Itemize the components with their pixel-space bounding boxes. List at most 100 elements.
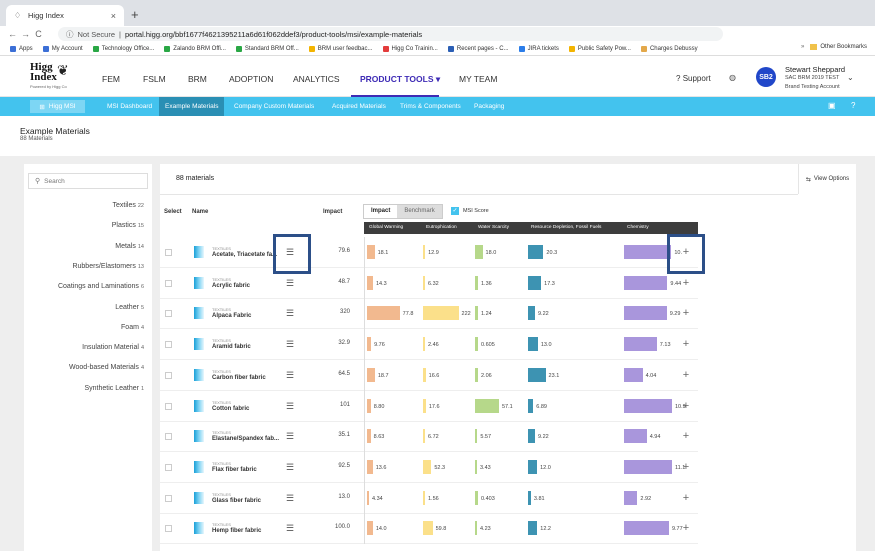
back-icon[interactable]: ← [6,29,19,39]
row-checkbox[interactable] [165,494,172,502]
material-name[interactable]: Flax fiber fabric [212,467,257,473]
add-to-compare-icon[interactable]: + [675,273,697,293]
higg-msi-home[interactable]: ⊞ Higg MSI [30,100,85,113]
row-checkbox[interactable] [165,310,172,318]
adjust-icon[interactable]: ☰ [286,431,294,442]
table-row[interactable]: TEXTILES Glass fiber fabric ☰ 13.0 4.34 1.56 0… [160,482,698,514]
table-row[interactable]: TEXTILES Acetate, Triacetate fa... ☰ 79.6 18… [160,237,698,268]
adjust-icon[interactable]: ☰ [286,370,294,381]
globe-icon[interactable]: ◍ [729,73,736,82]
table-row[interactable]: TEXTILES Elastane/Spandex fab... ☰ 35.1 8.63… [160,421,698,453]
msi-score-checkbox[interactable]: ✓ MSI Score [451,207,489,215]
close-tab-icon[interactable]: × [111,11,116,21]
other-bookmarks[interactable]: » Other Bookmarks [801,44,867,50]
row-checkbox[interactable] [165,433,172,441]
row-checkbox[interactable] [165,279,172,287]
adjust-icon[interactable]: ☰ [286,493,294,504]
bookmark-item[interactable]: BRM user feedbac... [308,45,373,52]
table-row[interactable]: TEXTILES Aramid fabric ☰ 32.9 9.76 2.46 0.605 1… [160,329,698,361]
material-name[interactable]: Acetate, Triacetate fa... [212,252,277,258]
nav-adoption[interactable]: ADOPTION [229,74,273,84]
material-name[interactable]: Carbon fiber fabric [212,375,266,381]
subnav-tab[interactable]: MSI Dashboard [101,97,158,116]
adjust-icon[interactable]: ☰ [286,523,294,534]
table-row[interactable]: TEXTILES Hemp fiber fabric ☰ 100.0 14.0 59.8 4… [160,513,698,545]
nav-fslm[interactable]: FSLM [143,74,166,84]
material-name[interactable]: Alpaca Fabric [212,313,251,319]
nav-product-tools[interactable]: PRODUCT TOOLS ▾ [360,74,440,85]
table-row[interactable]: TEXTILES Carbon fiber fabric ☰ 64.5 18.7 16.6… [160,359,698,391]
material-name[interactable]: Glass fiber fabric [212,498,261,504]
add-to-compare-icon[interactable]: + [675,334,697,354]
row-checkbox[interactable] [165,249,172,256]
address-bar[interactable]: ⓘ Not Secure | portal.higg.org/bbf1677f4… [58,27,723,41]
nav-analytics[interactable]: ANALYTICS [293,74,340,84]
add-to-compare-icon[interactable]: + [675,365,697,385]
table-row[interactable]: TEXTILES Flax fiber fabric ☰ 92.5 13.6 52.3 3.… [160,451,698,483]
category-item[interactable]: Synthetic Leather 1 [84,385,144,392]
row-checkbox[interactable] [165,371,172,379]
help-icon[interactable]: ? [851,101,855,110]
benchmark-toggle[interactable]: Benchmark [397,205,442,218]
column-header[interactable]: Eutrophication [426,222,457,234]
category-item[interactable]: Leather 5 [115,304,144,311]
excel-export-icon[interactable]: ▣ [828,101,836,110]
add-to-compare-icon[interactable]: + [675,457,697,477]
row-checkbox[interactable] [165,463,172,471]
nav-fem[interactable]: FEM [102,74,120,84]
adjust-icon[interactable]: ☰ [286,278,294,289]
table-row[interactable]: TEXTILES Acrylic fabric ☰ 48.7 14.3 6.32 1.36 1… [160,267,698,299]
higg-index-logo[interactable]: Higg Index Powered by Higg Co ❦ [30,62,72,92]
row-checkbox[interactable] [165,525,172,533]
table-row[interactable]: TEXTILES Cotton fabric ☰ 101 8.80 17.6 57.1 6.8… [160,390,698,422]
category-item[interactable]: Rubbers/Elastomers 13 [72,263,144,270]
bookmark-item[interactable]: Zalando BRM Offi... [164,45,226,52]
bookmark-item[interactable]: Public Safety Pow... [568,45,631,52]
bookmark-item[interactable]: Higg Co Trainin... [382,45,438,52]
category-item[interactable]: Foam 4 [121,324,144,331]
add-to-compare-icon[interactable]: + [675,488,697,508]
bookmark-item[interactable]: Charges Debussy [640,45,698,52]
search-input[interactable]: ⚲ Search [28,173,148,189]
material-name[interactable]: Acrylic fabric [212,283,250,289]
column-header[interactable]: Global Warming [369,222,403,234]
add-to-compare-icon[interactable]: + [675,518,697,538]
bookmark-item[interactable]: Standard BRM Off... [235,45,299,52]
name-header[interactable]: Name [192,209,208,215]
subnav-tab[interactable]: Example Materials [159,97,225,116]
column-header[interactable]: Resource Depletion, Fossil Fuels [531,222,601,234]
bookmark-item[interactable]: Technology Office... [92,45,154,52]
material-name[interactable]: Hemp fiber fabric [212,528,261,534]
row-checkbox[interactable] [165,402,172,410]
adjust-icon[interactable]: ☰ [286,401,294,412]
column-header[interactable]: Water Scarcity [478,222,509,234]
category-item[interactable]: Metals 14 [115,243,144,250]
column-header[interactable]: Chemistry [627,222,649,234]
user-menu[interactable]: Stewart Sheppard SAC BRM 2019 TEST Brand… [785,65,854,92]
bookmark-item[interactable]: Recent pages - C... [447,45,509,52]
avatar[interactable]: SB2 [756,67,776,87]
bookmark-item[interactable]: JIRA tickets [518,45,559,52]
adjust-icon[interactable]: ☰ [286,308,294,319]
impact-header[interactable]: Impact [323,209,342,215]
nav-my-team[interactable]: MY TEAM [459,74,497,84]
subnav-tab[interactable]: Acquired Materials [326,97,392,116]
add-to-compare-icon[interactable]: + [675,426,697,446]
category-item[interactable]: Coatings and Laminations 6 [58,283,144,290]
forward-icon[interactable]: → [19,29,32,39]
subnav-tab[interactable]: Trims & Components [394,97,467,116]
row-checkbox[interactable] [165,341,172,349]
support-link[interactable]: ? Support [676,74,711,83]
category-item[interactable]: Insulation Material 4 [82,344,144,351]
category-item[interactable]: Wood-based Materials 4 [69,364,144,371]
material-name[interactable]: Aramid fabric [212,344,251,350]
subnav-tab[interactable]: Packaging [468,97,510,116]
view-options-button[interactable]: ⇆ View Options [798,164,856,194]
subnav-tab[interactable]: Company Custom Materials [228,97,320,116]
material-name[interactable]: Elastane/Spandex fab... [212,436,279,442]
reload-icon[interactable]: C [32,29,45,39]
bookmark-item[interactable]: Apps [10,45,33,52]
category-item[interactable]: Plastics 15 [112,222,144,229]
adjust-icon[interactable]: ☰ [286,462,294,473]
new-tab-icon[interactable]: + [131,7,139,22]
